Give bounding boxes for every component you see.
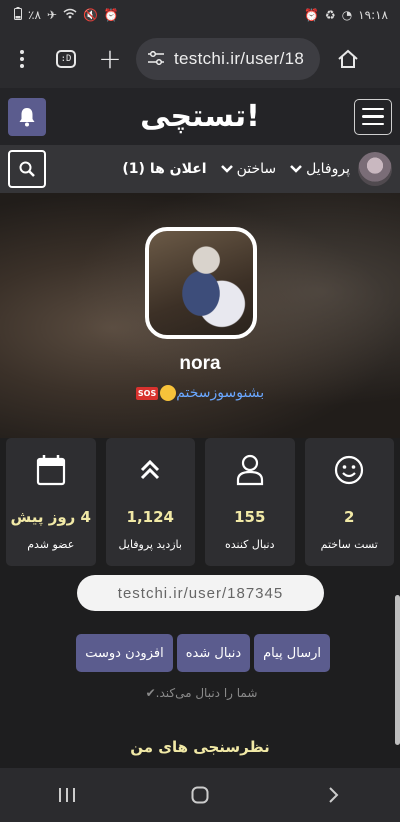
profile-stats: 2 تست ساختم 155 دنبال کننده 1,124 بازدید… (6, 438, 394, 566)
stat-tests-created[interactable]: 2 تست ساختم (304, 438, 394, 566)
profile-url[interactable]: testchi.ir/user/187345 (77, 575, 324, 611)
menu-line (361, 122, 384, 126)
add-friend-button[interactable]: افزودن دوست (76, 634, 173, 672)
battery-icon (14, 7, 22, 23)
notifications-button[interactable] (8, 97, 46, 136)
chevron-down-icon (220, 162, 233, 176)
url-text: testchi.ir/user/18 (174, 49, 305, 68)
main-nav: پروفایل ساختن اعلان ها (1) (0, 145, 400, 193)
stat-label: تست ساختم (320, 538, 378, 551)
hamburger-menu-button[interactable] (353, 98, 392, 135)
more-menu-icon[interactable] (0, 37, 44, 81)
user-avatar[interactable] (358, 152, 392, 186)
home-nav-button[interactable] (180, 775, 220, 815)
send-message-button[interactable]: ارسال پیام (254, 634, 330, 672)
chevrons-up-icon (139, 452, 161, 488)
status-bar: ٪۸ ✈ 🔇 ⏰ ⏰ ♻ ◔ ۱۹:۱۸ (0, 0, 400, 30)
home-button[interactable] (326, 37, 370, 81)
stat-value: 155 (234, 508, 266, 526)
site-settings-icon[interactable] (148, 50, 164, 69)
chevron-down-icon (290, 162, 303, 176)
address-bar[interactable]: testchi.ir/user/18 (136, 38, 320, 80)
back-button[interactable] (313, 775, 353, 815)
stat-label: بازدید پروفایل (118, 538, 182, 551)
menu-line (361, 107, 384, 111)
stat-value: 4 روز پیش (10, 508, 91, 526)
system-nav-bar (0, 768, 400, 822)
search-icon (19, 161, 35, 177)
wifi-icon (63, 8, 77, 22)
profile-photo[interactable] (145, 227, 257, 339)
recent-apps-button[interactable] (47, 775, 87, 815)
bell-icon (19, 107, 35, 126)
menu-line (361, 115, 384, 118)
airplane-icon: ✈ (46, 8, 57, 22)
nav-profile-label: پروفایل (306, 161, 350, 177)
nav-notifications[interactable]: اعلان ها (1) (122, 161, 206, 177)
back-chevron-icon (329, 787, 339, 803)
check-icon: ✔ (145, 686, 156, 700)
nav-create[interactable]: ساختن (220, 161, 277, 177)
follows-you-note: شما را دنبال می‌کند.✔ (0, 686, 400, 700)
user-icon (235, 452, 265, 488)
home-circle-icon (191, 786, 209, 804)
calendar-icon (36, 452, 66, 488)
plus-icon: + (98, 42, 122, 75)
nav-profile[interactable]: پروفایل (290, 161, 350, 177)
new-tab-button[interactable]: + (88, 37, 132, 81)
profile-actions: ارسال پیام دنبال شده افزودن دوست (70, 634, 330, 672)
smile-icon (334, 452, 364, 488)
scrollbar-thumb[interactable] (395, 595, 400, 745)
stat-profile-views[interactable]: 1,124 بازدید پروفایل (105, 438, 195, 566)
chat-icon: ◔ (341, 8, 353, 22)
stat-label: دنبال کننده (224, 538, 275, 551)
tabs-count: :D (56, 50, 76, 68)
clock: ۱۹:۱۸ (358, 8, 388, 22)
follows-you-text: شما را دنبال می‌کند. (155, 686, 258, 700)
tabs-button[interactable]: :D (44, 37, 88, 81)
nav-notifications-label: اعلان ها (1) (122, 161, 207, 177)
following-button[interactable]: دنبال شده (176, 634, 251, 672)
profile-bio: SOS بشنوسوزسختم (0, 385, 400, 401)
battery-percent: ٪۸ (28, 8, 41, 22)
profile-username: nora (179, 353, 221, 374)
profile-hero: nora SOS بشنوسوزسختم (0, 193, 400, 438)
stat-value: 1,124 (126, 508, 174, 526)
site-logo[interactable]: تستچی! (140, 99, 261, 134)
stat-label: عضو شدم (27, 538, 75, 551)
alarm-status-icon: ⏰ (303, 8, 319, 22)
alarm-icon: ⏰ (103, 8, 119, 22)
polls-section-title: نظرسنجی های من (130, 738, 270, 756)
smiling-face-icon (160, 385, 177, 401)
browser-toolbar: :D + testchi.ir/user/18 (0, 30, 400, 88)
mute-icon: 🔇 (82, 8, 98, 22)
status-left: ٪۸ ✈ 🔇 ⏰ (14, 7, 119, 23)
stat-followers[interactable]: 155 دنبال کننده (205, 438, 295, 566)
site-header: تستچی! (0, 88, 400, 145)
status-right: ⏰ ♻ ◔ ۱۹:۱۸ (304, 8, 388, 22)
sos-badge-icon: SOS (135, 386, 159, 400)
nav-create-label: ساختن (236, 161, 277, 177)
home-icon (338, 49, 358, 68)
search-button[interactable] (8, 150, 46, 188)
stat-value: 2 (344, 508, 355, 526)
sync-icon: ♻ (324, 8, 336, 22)
stat-member-since[interactable]: 4 روز پیش عضو شدم (6, 438, 96, 566)
recent-apps-icon (58, 788, 75, 802)
profile-bio-text: بشنوسوزسختم (176, 385, 265, 401)
